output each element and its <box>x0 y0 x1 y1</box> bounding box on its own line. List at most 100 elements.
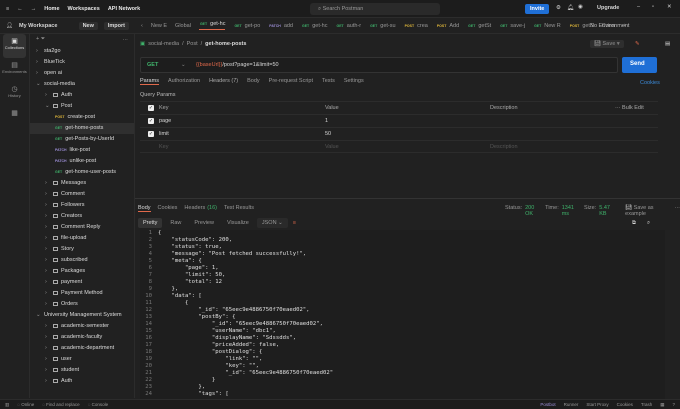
tree-item[interactable]: › Packages <box>30 266 134 277</box>
breadcrumb-collection[interactable]: social-media <box>148 41 179 47</box>
param-key[interactable]: page <box>159 118 325 124</box>
bell-icon[interactable]: 🔔︎ <box>567 5 574 11</box>
chevron-right-icon[interactable]: › <box>45 189 53 200</box>
param-value[interactable]: 1 <box>325 118 490 124</box>
runner-button[interactable]: Runner <box>564 402 579 407</box>
close-icon[interactable]: ✕ <box>667 4 672 10</box>
chevron-right-icon[interactable]: › <box>45 332 53 343</box>
tree-item[interactable]: › academic-semester <box>30 321 134 332</box>
tree-item[interactable]: POST create-post <box>30 112 134 123</box>
chevron-right-icon[interactable]: › <box>36 57 44 68</box>
send-button[interactable]: Send <box>622 57 657 73</box>
edit-icon[interactable]: ✎ <box>635 41 640 47</box>
tree-item[interactable]: › BlueTick <box>30 57 134 68</box>
tree-item[interactable]: GET get-Posts-by-UserId <box>30 134 134 145</box>
key-placeholder[interactable]: Key <box>159 144 325 150</box>
breadcrumb-folder[interactable]: Post <box>187 41 198 47</box>
nav-home[interactable]: Home <box>44 6 59 12</box>
avatar[interactable]: ◉ <box>578 4 583 10</box>
tree-item[interactable]: › Comment Reply <box>30 222 134 233</box>
chevron-right-icon[interactable]: › <box>45 376 53 387</box>
tree-item[interactable]: › subscribed <box>30 255 134 266</box>
save-example-button[interactable]: 💾︎ Save as example <box>625 205 671 217</box>
filter-icon[interactable]: ⏷ <box>41 36 45 42</box>
request-tab[interactable]: GET auth-r <box>336 23 362 29</box>
response-tab[interactable]: Test Results <box>224 205 254 212</box>
request-tab[interactable]: PATCH add <box>268 23 293 29</box>
request-subtab[interactable]: Pre-request Script <box>269 78 313 85</box>
chevron-down-icon[interactable]: ⌄ <box>36 310 44 321</box>
settings-icon[interactable]: ⚙ <box>556 5 561 11</box>
tree-item[interactable]: › open ai <box>30 68 134 79</box>
request-tab[interactable]: POST crea <box>404 23 428 29</box>
add-icon[interactable]: + <box>36 36 39 42</box>
tree-item[interactable]: ⌄ social-media <box>30 79 134 90</box>
response-tab[interactable]: Body <box>138 205 151 212</box>
chevron-right-icon[interactable]: › <box>45 90 53 101</box>
more-icon[interactable]: … <box>123 36 129 42</box>
tree-item[interactable]: › Story <box>30 244 134 255</box>
chevron-right-icon[interactable]: › <box>45 354 53 365</box>
more-icon[interactable]: ··· <box>675 205 680 217</box>
tree-item[interactable]: GET get-home-user-posts <box>30 167 134 178</box>
back-icon[interactable]: ← <box>17 6 23 12</box>
request-subtab[interactable]: Tests <box>322 78 335 85</box>
chevron-right-icon[interactable]: › <box>45 211 53 222</box>
tree-item[interactable]: › Messages <box>30 178 134 189</box>
forward-icon[interactable]: → <box>31 6 37 12</box>
tree-item[interactable]: › Payment Method <box>30 288 134 299</box>
chevron-right-icon[interactable]: › <box>45 255 53 266</box>
request-tab[interactable]: POST Add <box>436 23 459 29</box>
tree-item[interactable]: › Auth <box>30 90 134 101</box>
tree-item[interactable]: › sta2go <box>30 46 134 57</box>
param-key[interactable]: limit <box>159 131 325 137</box>
request-tab[interactable]: GET get-po <box>233 23 260 29</box>
chevron-right-icon[interactable]: › <box>45 277 53 288</box>
request-subtab[interactable]: Headers (7) <box>209 78 238 85</box>
chevron-right-icon[interactable]: › <box>36 46 44 57</box>
url-input[interactable]: {{baseUrl}}/post?page=1&limit=50 <box>196 62 279 68</box>
param-value[interactable]: 50 <box>325 131 490 137</box>
view-mode-button[interactable]: Raw <box>165 218 186 228</box>
docs-icon[interactable]: ▤ <box>665 41 670 47</box>
request-tab[interactable]: GET New R <box>533 23 561 29</box>
request-subtab[interactable]: Params <box>140 78 159 85</box>
request-subtab[interactable]: Body <box>247 78 260 85</box>
tree-item[interactable]: › academic-faculty <box>30 332 134 343</box>
tree-item[interactable]: › Auth <box>30 376 134 387</box>
tree-item[interactable]: › file-upload <box>30 233 134 244</box>
value-placeholder[interactable]: Value <box>325 144 490 150</box>
status-console[interactable]: ◌ Console <box>88 402 108 407</box>
chevron-right-icon[interactable]: › <box>45 244 53 255</box>
chevron-right-icon[interactable]: › <box>45 321 53 332</box>
view-mode-button[interactable]: Preview <box>189 218 219 228</box>
request-tab[interactable]: New E <box>151 23 167 29</box>
tree-item[interactable]: › Followers <box>30 200 134 211</box>
description-placeholder[interactable]: Description <box>490 144 518 150</box>
rail-history[interactable]: ◷ History <box>0 82 29 106</box>
cookies-button[interactable]: Cookies <box>617 402 633 407</box>
layout-icon[interactable]: ▦ <box>660 402 664 408</box>
response-body[interactable]: 1{2 "statusCode": 200, 3 "status": true, 4… <box>140 230 665 399</box>
tree-item[interactable]: › Orders <box>30 299 134 310</box>
tree-item[interactable]: PATCH unlike-post <box>30 156 134 167</box>
sidebar-toggle-icon[interactable]: ▥ <box>5 402 9 408</box>
response-tab[interactable]: Cookies <box>158 205 178 212</box>
tree-item[interactable]: GET get-home-posts <box>30 123 134 134</box>
chevron-right-icon[interactable]: › <box>45 288 53 299</box>
select-all-checkbox[interactable]: ✓ <box>148 105 154 111</box>
chevron-down-icon[interactable]: ⌄ <box>45 101 53 112</box>
method-select[interactable]: GET <box>141 62 181 68</box>
format-select[interactable]: JSON ⌄ <box>256 218 288 228</box>
response-tab[interactable]: Headers (16) <box>184 205 217 212</box>
param-checkbox[interactable]: ✓ <box>148 131 154 137</box>
copy-icon[interactable]: ⧉ <box>632 220 636 227</box>
minimize-icon[interactable]: – <box>637 4 640 10</box>
request-tab[interactable]: GET get-hc <box>198 21 226 30</box>
chevron-right-icon[interactable]: › <box>36 68 44 79</box>
request-tab[interactable]: Global <box>175 23 191 29</box>
chevron-right-icon[interactable]: › <box>45 299 53 310</box>
menu-icon[interactable]: ≡ <box>6 6 9 12</box>
status-find-replace[interactable]: ◌ Find and replace <box>42 402 79 407</box>
environment-select[interactable]: No Environment <box>590 23 629 29</box>
